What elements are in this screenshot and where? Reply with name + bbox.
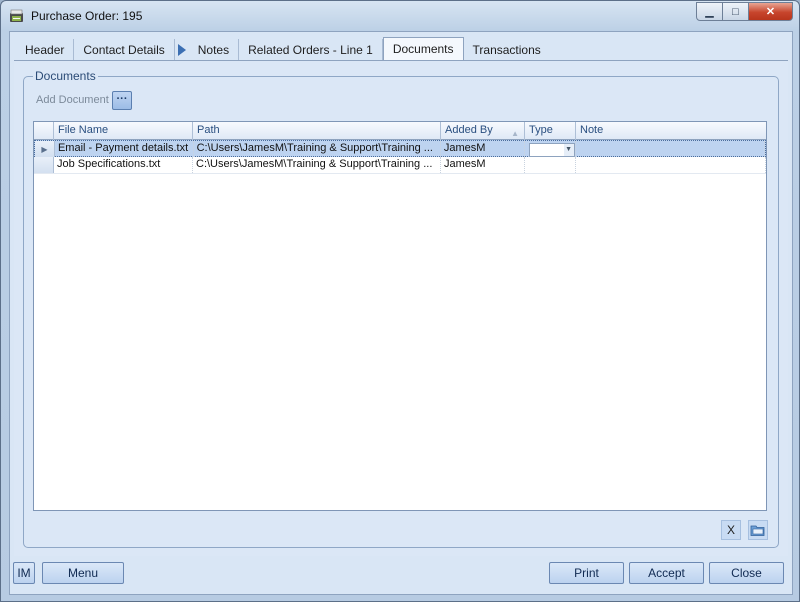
tab-transactions[interactable]: Transactions xyxy=(464,39,550,61)
app-icon xyxy=(10,9,23,22)
minimize-button[interactable]: ▁ xyxy=(696,2,723,21)
row-selector[interactable] xyxy=(34,157,54,173)
tab-contact-details[interactable]: Contact Details xyxy=(74,39,175,61)
browse-file-button[interactable]: ··· xyxy=(112,91,132,110)
menu-button[interactable]: Menu xyxy=(42,562,124,584)
im-button[interactable]: IM xyxy=(13,562,35,584)
purchase-order-window: Purchase Order: 195 ▁ □ ✕ Header Contact… xyxy=(0,0,800,602)
delete-document-button[interactable]: X xyxy=(721,520,741,540)
column-added-by[interactable]: Added By ▲ xyxy=(441,122,525,140)
cell-note[interactable] xyxy=(576,141,766,157)
print-button[interactable]: Print xyxy=(549,562,624,584)
accept-button[interactable]: Accept xyxy=(629,562,704,584)
cell-added-by[interactable]: JamesM xyxy=(441,157,525,173)
add-document-label: Add Document xyxy=(36,94,109,106)
cell-added-by[interactable]: JamesM xyxy=(441,141,525,157)
column-file-name[interactable]: File Name xyxy=(54,122,193,140)
chevron-down-icon[interactable]: ▼ xyxy=(563,143,574,156)
type-dropdown[interactable]: ▼ xyxy=(528,142,575,157)
tab-arrow-icon xyxy=(175,39,189,61)
close-window-button[interactable]: ✕ xyxy=(749,2,793,21)
sort-ascending-icon: ▲ xyxy=(511,129,519,138)
documents-groupbox: Documents Add Document ··· File Name Pat… xyxy=(23,69,779,548)
column-type[interactable]: Type xyxy=(525,122,576,140)
cell-note[interactable] xyxy=(576,157,766,173)
column-path[interactable]: Path xyxy=(193,122,441,140)
open-folder-button[interactable] xyxy=(748,520,768,540)
title-bar[interactable]: Purchase Order: 195 ▁ □ ✕ xyxy=(1,1,799,31)
tab-notes[interactable]: Notes xyxy=(189,39,240,61)
maximize-button[interactable]: □ xyxy=(723,2,749,21)
group-title: Documents xyxy=(33,69,98,83)
current-row-indicator-icon[interactable]: ▶ xyxy=(35,141,55,157)
column-added-by-label: Added By xyxy=(445,124,493,136)
documents-panel: Documents Add Document ··· File Name Pat… xyxy=(14,60,788,556)
open-folder-icon xyxy=(750,525,765,536)
table-row[interactable]: ▶ Email - Payment details.txt C:\Users\J… xyxy=(34,140,766,157)
tab-strip: Header Contact Details Notes Related Ord… xyxy=(16,37,788,61)
grid-header: File Name Path Added By ▲ Type Note xyxy=(34,122,766,140)
table-row[interactable]: Job Specifications.txt C:\Users\JamesM\T… xyxy=(34,157,766,174)
footer-bar: IM Menu Print Accept Close xyxy=(10,560,792,592)
caption-buttons: ▁ □ ✕ xyxy=(696,2,793,21)
cell-path[interactable]: C:\Users\JamesM\Training & Support\Train… xyxy=(194,141,441,157)
cell-file-name[interactable]: Job Specifications.txt xyxy=(54,157,193,173)
row-selector-header xyxy=(34,122,54,140)
documents-grid[interactable]: File Name Path Added By ▲ Type Note ▶ Em… xyxy=(33,121,767,511)
tab-related-orders[interactable]: Related Orders - Line 1 xyxy=(239,39,383,61)
tab-header[interactable]: Header xyxy=(16,39,75,61)
window-title: Purchase Order: 195 xyxy=(31,9,143,23)
cell-file-name[interactable]: Email - Payment details.txt xyxy=(55,141,194,157)
close-button[interactable]: Close xyxy=(709,562,784,584)
cell-type[interactable]: ▼ xyxy=(525,141,576,157)
column-note[interactable]: Note xyxy=(576,122,766,140)
cell-path[interactable]: C:\Users\JamesM\Training & Support\Train… xyxy=(193,157,441,173)
tab-documents[interactable]: Documents xyxy=(382,37,464,61)
client-area: Header Contact Details Notes Related Ord… xyxy=(9,31,793,595)
cell-type[interactable] xyxy=(525,157,576,173)
